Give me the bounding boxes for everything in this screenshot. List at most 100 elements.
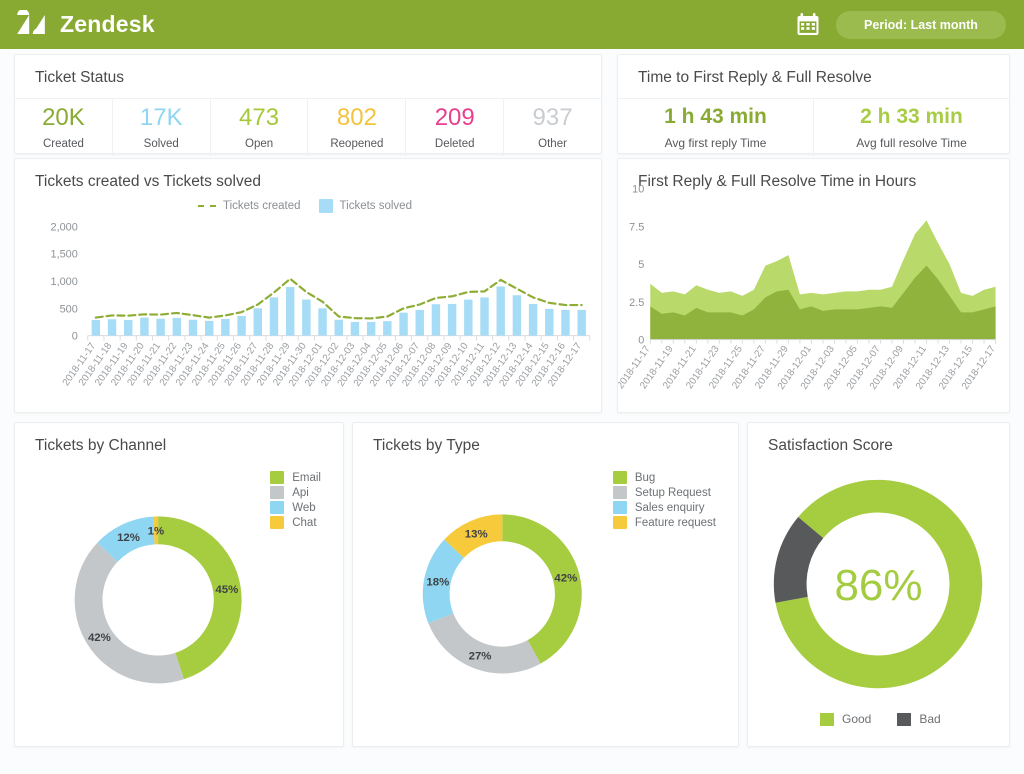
ticket-status-label: Created	[42, 138, 84, 151]
tickets-by-channel-card: Tickets by Channel Email Api Web Chat 45% 42…	[14, 422, 344, 747]
bar[interactable]	[318, 308, 327, 336]
ticket-status-value: 17K	[139, 103, 183, 131]
bar[interactable]	[253, 308, 262, 336]
legend-item[interactable]: Good	[820, 712, 871, 726]
bar-y-tick: 0	[72, 331, 78, 343]
donut-slice-label: 12%	[117, 532, 140, 544]
bar[interactable]	[237, 315, 246, 336]
calendar-icon[interactable]	[796, 12, 820, 37]
bar[interactable]	[107, 319, 117, 336]
bar[interactable]	[447, 303, 457, 336]
bar[interactable]	[366, 321, 376, 336]
bar[interactable]	[91, 320, 101, 336]
bar[interactable]	[140, 317, 149, 336]
ticket-status-label: Reopened	[330, 138, 384, 151]
bar[interactable]	[383, 321, 392, 336]
ticket-status-label: Deleted	[434, 138, 475, 151]
bar[interactable]	[285, 287, 295, 336]
time-kpi-label: Avg full resolve Time	[856, 135, 967, 150]
donut-slice[interactable]	[74, 542, 184, 684]
area-y-tick: 10	[632, 184, 644, 196]
satisfaction-score-card: Satisfaction Score 86% Good Bad	[747, 422, 1010, 747]
bar-y-tick: 1,500	[51, 249, 78, 261]
time-kpi-cell-avg-first-reply-time[interactable]: 1 h 43 min Avg first reply Time	[618, 99, 814, 156]
tickets-by-type-card: Tickets by Type Bug Setup Request Sales en…	[352, 422, 739, 747]
bar[interactable]	[399, 312, 408, 336]
ticket-status-cell-reopened[interactable]: 802 Reopened	[308, 99, 407, 156]
ticket-status-label: Solved	[143, 138, 179, 151]
ticket-status-cell-open[interactable]: 473 Open	[211, 99, 309, 156]
bar[interactable]	[172, 317, 182, 336]
bar[interactable]	[302, 299, 311, 336]
satisfaction-center-value: 86%	[834, 561, 923, 610]
app-header: Zendesk Period: Last month	[0, 0, 1024, 49]
legend-swatch-icon	[820, 712, 834, 726]
bar[interactable]	[464, 299, 473, 336]
bar[interactable]	[528, 303, 538, 336]
ticket-status-cell-created[interactable]: 20K Created	[15, 99, 113, 156]
bar[interactable]	[156, 318, 165, 336]
ticket-status-value: 209	[434, 103, 475, 131]
legend-label: Good	[842, 712, 872, 726]
donut-slice-label: 1%	[148, 525, 165, 537]
ticket-status-label: Open	[245, 138, 274, 151]
ticket-status-cell-deleted[interactable]: 209 Deleted	[406, 99, 505, 156]
donut-slice-label: 18%	[426, 577, 449, 589]
time-kpi-value: 2 h 33 min	[860, 105, 963, 129]
ticket-status-value: 937	[532, 103, 573, 131]
ticket-status-cell-solved[interactable]: 17K Solved	[113, 99, 211, 156]
donut-slice-label: 27%	[469, 651, 492, 663]
zendesk-logo-icon	[16, 9, 46, 40]
bar-y-tick: 2,000	[51, 221, 78, 233]
donut-slice-label: 42%	[88, 632, 111, 644]
ticket-status-label: Other	[538, 138, 567, 151]
ticket-status-value: 20K	[42, 103, 85, 131]
brand-name: Zendesk	[60, 11, 155, 37]
satisfaction-legend: Good Bad	[820, 712, 941, 726]
area-y-tick: 5	[638, 259, 644, 271]
bar[interactable]	[124, 320, 133, 336]
bar[interactable]	[577, 309, 586, 336]
donut-slice[interactable]	[428, 613, 541, 674]
bar[interactable]	[334, 319, 343, 336]
bar[interactable]	[204, 320, 214, 336]
time-kpi-row: 1 h 43 min Avg first reply Time 2 h 33 min…	[618, 98, 1009, 156]
bar[interactable]	[545, 308, 554, 336]
time-kpi-label: Avg first reply Time	[664, 135, 767, 150]
bar[interactable]	[561, 309, 570, 336]
dashed-line-series	[94, 277, 583, 320]
area-y-tick: 2.5	[629, 297, 644, 309]
period-selector[interactable]: Period: Last month	[836, 10, 1006, 39]
bar[interactable]	[415, 309, 424, 336]
bar[interactable]	[350, 321, 360, 336]
first-reply-resolve-card: First Reply & Full Resolve Time in Hours…	[617, 158, 1010, 413]
ticket-status-cell-other[interactable]: 937 Other	[504, 99, 601, 156]
ticket-status-title: Ticket Status	[35, 69, 125, 86]
type-donut-canvas: 42% 27% 18% 13%	[422, 514, 582, 674]
bar-y-tick: 1,000	[51, 276, 78, 288]
ticket-status-row: 20K Created 17K Solved 473 Open 802 Reopened 209…	[15, 98, 601, 156]
legend-swatch-icon	[897, 712, 912, 726]
ticket-status-value: 473	[239, 103, 280, 131]
bar[interactable]	[512, 295, 522, 336]
bar[interactable]	[269, 297, 279, 336]
channel-donut-canvas: 45% 42% 12% 1%	[74, 516, 242, 684]
time-to-reply-title: Time to First Reply & Full Resolve	[638, 69, 872, 86]
time-kpi-cell-avg-full-resolve-time[interactable]: 2 h 33 min Avg full resolve Time	[814, 99, 1009, 156]
dashboard-page: Zendesk Period: Last month Ticket Status…	[0, 0, 1024, 774]
donut-slice-label: 45%	[215, 584, 238, 596]
bar[interactable]	[431, 304, 441, 336]
time-kpi-value: 1 h 43 min	[664, 105, 767, 129]
area-chart-canvas: 02.557.5102018-11-172018-11-192018-11-21…	[618, 184, 998, 392]
bar[interactable]	[480, 297, 489, 336]
bar[interactable]	[221, 318, 230, 336]
bar[interactable]	[188, 319, 198, 336]
bar[interactable]	[496, 286, 505, 336]
bar-y-tick: 500	[60, 303, 78, 315]
donut-slice-label: 42%	[554, 573, 577, 585]
legend-item[interactable]: Bad	[897, 712, 941, 726]
ticket-status-card: Ticket Status 20K Created 17K Solved 473 Open…	[14, 54, 602, 156]
donut-slice[interactable]	[502, 514, 582, 664]
tickets-created-vs-solved-card: Tickets created vs Tickets solved Ticket…	[14, 158, 602, 413]
legend-label: Bad	[919, 712, 941, 726]
